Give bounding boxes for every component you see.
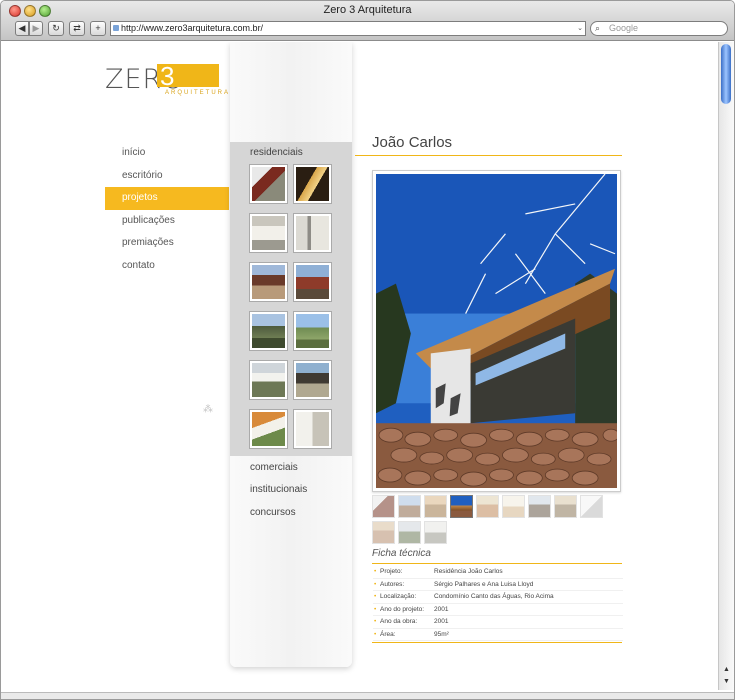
bullet-icon: •	[374, 618, 377, 625]
category-institucionais[interactable]: institucionais	[250, 484, 307, 495]
ficha-key: Localização:	[380, 593, 417, 600]
house-photo	[376, 174, 617, 488]
project-thumb[interactable]	[249, 262, 288, 302]
main-nav: início escritório projetos publicações p…	[105, 142, 229, 278]
category-residenciais[interactable]: residenciais	[250, 147, 303, 158]
project-thumb[interactable]	[249, 213, 288, 253]
logo-subtitle: ARQUITETURA	[165, 90, 231, 96]
forward-button[interactable]: ▶	[29, 21, 43, 36]
search-icon: ⌕	[595, 23, 601, 33]
dropdown-arrow-icon[interactable]: ⌄	[577, 22, 583, 35]
photo-thumb[interactable]	[372, 521, 395, 544]
ficha-value: 2001	[434, 618, 449, 625]
snapback-button[interactable]: ⇄	[69, 21, 85, 36]
ficha-key: Projeto:	[380, 568, 403, 575]
photo-thumb[interactable]	[580, 495, 603, 518]
search-input[interactable]: ⌕ Google	[590, 21, 728, 36]
category-concursos[interactable]: concursos	[250, 507, 296, 518]
photo-strip	[372, 495, 622, 545]
add-bookmark-button[interactable]: +	[90, 21, 106, 36]
logo-number: 3	[160, 61, 175, 91]
project-thumb[interactable]	[293, 360, 332, 400]
bullet-icon: •	[374, 605, 377, 613]
ficha-key: Área:	[380, 630, 396, 638]
project-thumb[interactable]	[249, 164, 288, 204]
title-divider	[355, 155, 622, 156]
project-thumb[interactable]	[293, 213, 332, 253]
project-thumb[interactable]	[293, 311, 332, 351]
project-thumb[interactable]	[293, 262, 332, 302]
nav-item-publicacoes[interactable]: publicações	[105, 210, 229, 233]
bullet-icon: •	[374, 580, 377, 588]
photo-thumb[interactable]	[398, 521, 421, 544]
bullet-icon: •	[374, 593, 377, 600]
category-comerciais[interactable]: comerciais	[250, 462, 298, 473]
project-thumb[interactable]	[249, 311, 288, 351]
ficha-key: Autores:	[380, 580, 405, 588]
ficha-row: • Projeto: Residência João Carlos	[373, 566, 623, 579]
photo-thumb[interactable]	[476, 495, 499, 518]
vertical-scrollbar[interactable]: ▲ ▼	[718, 42, 734, 690]
bullet-icon: •	[374, 630, 377, 638]
ficha-divider	[372, 563, 622, 564]
nav-item-premiacoes[interactable]: premiações	[105, 232, 229, 255]
reload-button[interactable]: ↻	[48, 21, 64, 36]
status-bar	[1, 692, 734, 699]
browser-window: Zero 3 Arquitetura ◀ ▶ ↻ ⇄ + http://www.…	[0, 0, 735, 700]
ficha-value: Sérgio Palhares e Ana Luisa Lloyd	[434, 580, 534, 588]
nav-item-contato[interactable]: contato	[105, 255, 229, 278]
ficha-row: • Área: 95m²	[373, 629, 623, 641]
nav-item-escritorio[interactable]: escritório	[105, 165, 229, 188]
photo-thumb[interactable]	[424, 521, 447, 544]
ficha-row: • Ano do projeto: 2001	[373, 604, 623, 616]
photo-thumb[interactable]	[398, 495, 421, 518]
back-button[interactable]: ◀	[15, 21, 29, 36]
ficha-key: Ano do projeto:	[380, 605, 425, 613]
project-panel: residenciais comerciais institucionais c…	[230, 42, 352, 667]
address-bar[interactable]: http://www.zero3arquitetura.com.br/ ⌄	[110, 21, 586, 36]
nav-item-projetos[interactable]: projetos	[105, 187, 229, 210]
photo-thumb[interactable]	[424, 495, 447, 518]
scroll-down-icon[interactable]: ▼	[722, 678, 731, 685]
ficha-key: Ano da obra:	[380, 618, 418, 625]
photo-thumb[interactable]	[554, 495, 577, 518]
project-thumb[interactable]	[249, 360, 288, 400]
nav-item-inicio[interactable]: início	[105, 142, 229, 165]
project-thumb[interactable]	[249, 409, 288, 449]
ficha-tecnica: • Projeto: Residência João Carlos • Autores…	[373, 566, 623, 641]
ficha-title: Ficha técnica	[372, 548, 431, 559]
scroll-up-icon[interactable]: ▲	[722, 666, 731, 673]
url-text: http://www.zero3arquitetura.com.br/	[121, 23, 264, 33]
ficha-row: • Ano da obra: 2001	[373, 616, 623, 629]
ficha-row: • Localização: Condomínio Canto das Águas,…	[373, 591, 623, 604]
project-thumb[interactable]	[293, 164, 332, 204]
photo-thumb[interactable]	[502, 495, 525, 518]
page-viewport: ZERO 3 ARQUITETURA início escritório pro…	[1, 42, 718, 692]
photo-thumb[interactable]	[372, 495, 395, 518]
photo-thumb-selected[interactable]	[450, 495, 473, 518]
photo-thumb[interactable]	[528, 495, 551, 518]
ficha-end-divider	[372, 642, 622, 643]
title-bar: Zero 3 Arquitetura ◀ ▶ ↻ ⇄ + http://www.…	[1, 1, 734, 41]
project-title: João Carlos	[372, 134, 453, 151]
bullet-icon: •	[374, 568, 377, 575]
site-logo[interactable]: ZERO 3 ARQUITETURA	[105, 61, 228, 96]
scrollbar-thumb[interactable]	[721, 44, 731, 104]
flourish-icon: ⁂	[203, 404, 213, 415]
main-project-photo	[372, 170, 621, 492]
window-title: Zero 3 Arquitetura	[323, 4, 412, 16]
ficha-value: Condomínio Canto das Águas, Rio Acima	[434, 593, 554, 600]
site-icon	[113, 25, 119, 31]
ficha-value: Residência João Carlos	[434, 568, 503, 575]
ficha-row: • Autores: Sérgio Palhares e Ana Luisa Llo…	[373, 579, 623, 591]
ficha-value: 95m²	[434, 630, 449, 638]
search-placeholder: Google	[609, 23, 639, 33]
project-thumb[interactable]	[293, 409, 332, 449]
ficha-value: 2001	[434, 605, 449, 613]
